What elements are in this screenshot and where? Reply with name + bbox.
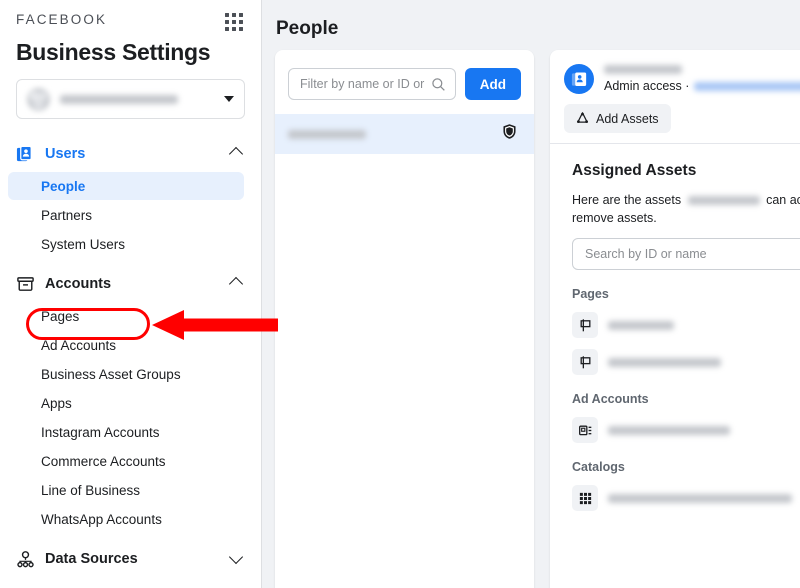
sidebar-item-instagram-accounts[interactable]: Instagram Accounts bbox=[8, 418, 244, 446]
asset-group-title-catalogs: Catalogs bbox=[572, 460, 625, 474]
sidebar-item-system-users-label: System Users bbox=[41, 236, 126, 252]
assigned-assets-title: Assigned Assets bbox=[572, 162, 697, 179]
person-name-redacted bbox=[288, 129, 366, 139]
people-filter-input-wrap[interactable] bbox=[288, 68, 456, 100]
facebook-wordmark: FACEBOOK bbox=[16, 12, 108, 27]
add-person-button[interactable]: Add bbox=[464, 68, 521, 100]
sidebar-group-users[interactable]: Users bbox=[0, 137, 261, 171]
archive-box-icon bbox=[14, 273, 36, 295]
triangle-add-icon bbox=[576, 111, 589, 127]
asset-row-page[interactable] bbox=[572, 312, 800, 338]
sidebar-item-whatsapp-accounts[interactable]: WhatsApp Accounts bbox=[8, 505, 244, 533]
business-selector[interactable] bbox=[16, 79, 245, 119]
sidebar-item-instagram-accounts-label: Instagram Accounts bbox=[41, 424, 160, 440]
add-assets-button[interactable]: Add Assets bbox=[564, 104, 671, 133]
chevron-up-icon bbox=[228, 276, 244, 292]
sidebar-item-commerce-accounts[interactable]: Commerce Accounts bbox=[8, 447, 244, 475]
asset-row-ad-account[interactable] bbox=[572, 417, 800, 443]
asset-group-title-ad-accounts: Ad Accounts bbox=[572, 392, 649, 406]
business-settings-app: FACEBOOK Business Settings Users People … bbox=[0, 0, 800, 588]
add-assets-button-label: Add Assets bbox=[596, 111, 659, 126]
detail-body: Assigned Assets Here are the assets can … bbox=[550, 144, 800, 511]
people-card: Add bbox=[275, 50, 534, 588]
sidebar-item-apps[interactable]: Apps bbox=[8, 389, 244, 417]
business-avatar bbox=[27, 87, 50, 111]
business-name-redacted bbox=[60, 94, 178, 104]
people-filter-input[interactable] bbox=[298, 76, 427, 92]
sidebar-item-business-asset-groups-label: Business Asset Groups bbox=[41, 366, 181, 382]
asset-row-catalog[interactable] bbox=[572, 485, 800, 511]
page-flag-icon bbox=[572, 349, 598, 375]
sidebar-item-ad-accounts[interactable]: Ad Accounts bbox=[8, 331, 244, 359]
people-title: People bbox=[276, 18, 339, 39]
sidebar: FACEBOOK Business Settings Users People … bbox=[0, 0, 262, 588]
detail-header-top: Admin access · bbox=[564, 64, 800, 94]
sidebar-item-people-label: People bbox=[41, 178, 86, 194]
asset-name-redacted bbox=[608, 425, 730, 435]
asset-search-input[interactable] bbox=[583, 246, 800, 262]
person-list-item[interactable] bbox=[275, 114, 534, 154]
assigned-assets-description: Here are the assets can acce remove asse… bbox=[572, 191, 800, 227]
sidebar-item-pages[interactable]: Pages bbox=[8, 302, 244, 330]
asset-name-redacted bbox=[608, 493, 792, 503]
asset-name-redacted bbox=[608, 357, 721, 367]
detail-header-text: Admin access · bbox=[604, 65, 800, 93]
sidebar-item-system-users[interactable]: System Users bbox=[8, 230, 244, 258]
detail-column: Admin access · Add Assets Assigned Asset… bbox=[550, 0, 800, 588]
detail-access-label: Admin access · bbox=[604, 79, 690, 93]
chevron-up-icon bbox=[228, 146, 244, 162]
sidebar-group-data-sources[interactable]: Data Sources bbox=[0, 542, 261, 576]
sidebar-item-line-of-business[interactable]: Line of Business bbox=[8, 476, 244, 504]
catalog-grid-icon bbox=[572, 485, 598, 511]
sidebar-item-partners-label: Partners bbox=[41, 207, 93, 223]
sidebar-item-ad-accounts-label: Ad Accounts bbox=[41, 337, 117, 353]
asset-row-page[interactable] bbox=[572, 349, 800, 375]
asset-search-input-wrap[interactable] bbox=[572, 238, 800, 270]
sidebar-group-data-sources-label: Data Sources bbox=[45, 551, 138, 567]
user-card-icon bbox=[564, 64, 594, 94]
detail-header: Admin access · Add Assets bbox=[550, 50, 800, 144]
detail-person-name-redacted bbox=[604, 65, 682, 74]
detail-email-redacted[interactable] bbox=[694, 81, 800, 91]
data-sources-nodes-icon bbox=[14, 548, 36, 570]
asset-group-title-pages: Pages bbox=[572, 287, 609, 301]
sidebar-nav: Users People Partners System Users Accou… bbox=[0, 137, 261, 576]
sidebar-item-pages-label: Pages bbox=[41, 308, 80, 324]
users-cards-icon bbox=[14, 143, 36, 165]
sidebar-group-accounts[interactable]: Accounts bbox=[0, 267, 261, 301]
description-part-after: can acce bbox=[766, 193, 800, 207]
shield-icon bbox=[501, 123, 518, 145]
sidebar-item-apps-label: Apps bbox=[41, 395, 72, 411]
sidebar-item-people[interactable]: People bbox=[8, 172, 244, 200]
description-line-2: remove assets. bbox=[572, 211, 657, 225]
caret-down-icon bbox=[224, 96, 234, 102]
people-filter-row: Add bbox=[275, 50, 534, 100]
person-detail-card: Admin access · Add Assets Assigned Asset… bbox=[550, 50, 800, 588]
detail-access-line: Admin access · bbox=[604, 79, 800, 93]
sidebar-group-users-label: Users bbox=[45, 146, 86, 162]
ad-account-icon bbox=[572, 417, 598, 443]
sidebar-item-business-asset-groups[interactable]: Business Asset Groups bbox=[8, 360, 244, 388]
sidebar-item-whatsapp-accounts-label: WhatsApp Accounts bbox=[41, 511, 162, 527]
sidebar-item-line-of-business-label: Line of Business bbox=[41, 482, 141, 498]
sidebar-group-accounts-label: Accounts bbox=[45, 276, 112, 292]
description-name-redacted bbox=[687, 196, 760, 205]
page-title: Business Settings bbox=[16, 39, 211, 65]
search-icon bbox=[431, 77, 446, 92]
asset-name-redacted bbox=[608, 320, 674, 330]
description-part-before: Here are the assets bbox=[572, 193, 682, 207]
sidebar-item-commerce-accounts-label: Commerce Accounts bbox=[41, 453, 166, 469]
page-flag-icon bbox=[572, 312, 598, 338]
sidebar-brand-row: FACEBOOK bbox=[0, 0, 261, 31]
grid-apps-icon[interactable] bbox=[225, 13, 243, 31]
people-column: People Add bbox=[262, 0, 550, 588]
sidebar-item-partners[interactable]: Partners bbox=[8, 201, 244, 229]
chevron-down-icon bbox=[228, 549, 244, 565]
